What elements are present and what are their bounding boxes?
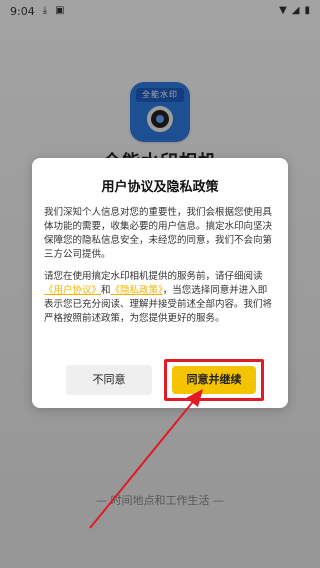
notification-icon: ▣ [55,5,65,16]
privacy-dialog: 用户协议及隐私政策 我们深知个人信息对您的重要性，我们会根据您使用具体功能的需要… [32,158,288,408]
download-icon: ⤓ [42,5,48,16]
decline-button[interactable]: 不同意 [66,365,152,395]
dialog-paragraph-1: 我们深知个人信息对您的重要性，我们会根据您使用具体功能的需要，收集必要的用户信息… [44,207,273,260]
accept-button-highlight: 同意并继续 [164,359,264,401]
status-time: 9:04 [10,4,35,18]
signal-icon: ◢ [291,5,300,16]
dialog-body: 我们深知个人信息对您的重要性，我们会根据您使用具体功能的需要，收集必要的用户信息… [44,206,276,334]
battery-icon: ▮ [304,5,310,16]
status-bar: 9:04 ⤓ ▣ ▼ ◢ ▮ [0,0,320,22]
dialog-paragraph-2-and: 和 [101,285,111,296]
dialog-paragraph-2: 请您在使用搞定水印相机提供的服务前，请仔细阅读《用户协议》和《隐私政策》，当您选… [44,270,276,326]
user-agreement-link[interactable]: 《用户协议》 [44,285,101,296]
dialog-paragraph-2-intro: 请您在使用搞定水印相机提供的服务前，请仔细阅读 [44,271,263,282]
privacy-policy-link[interactable]: 《隐私政策》 [111,285,163,296]
dialog-title: 用户协议及隐私政策 [101,180,219,195]
wifi-icon: ▼ [279,5,287,16]
accept-continue-button[interactable]: 同意并继续 [172,366,256,394]
